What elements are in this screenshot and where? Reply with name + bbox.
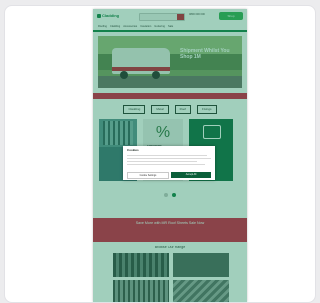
cookie-dialog: Cookies Cookie Settings Accept All — [123, 146, 215, 180]
preview-card: Cladding 0800 000 000 Shop Roofing Cladd… — [4, 5, 316, 303]
cookie-text-line — [127, 161, 197, 162]
website-screenshot: Cladding 0800 000 000 Shop Roofing Cladd… — [93, 9, 247, 302]
cookie-settings-button[interactable]: Cookie Settings — [127, 172, 169, 179]
cookie-title: Cookies — [127, 149, 139, 152]
accept-cookies-button[interactable]: Accept All — [171, 172, 211, 178]
cookie-text-line — [127, 164, 205, 165]
cookie-text-line — [127, 155, 207, 156]
cookie-text-line — [127, 158, 211, 159]
